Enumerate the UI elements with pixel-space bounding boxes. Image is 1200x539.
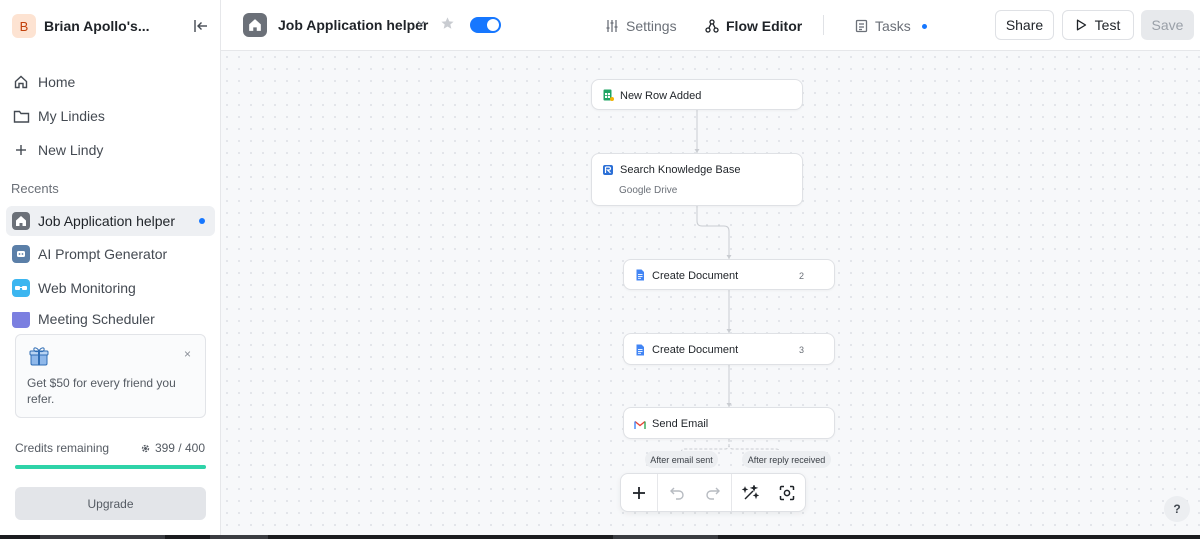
glasses-icon [12,279,30,297]
flow-node-subtitle: Google Drive [619,185,678,196]
plus-icon [12,141,30,159]
upgrade-button[interactable]: Upgrade [15,487,206,520]
unread-dot [199,218,205,224]
flow-node-send-email[interactable]: Send Email [623,407,835,439]
sidebar: B Brian Apollo's... Home My Lindies New … [0,0,221,535]
connector [696,206,730,259]
workspace-switcher[interactable]: B Brian Apollo's... [12,13,212,39]
recent-label: Job Application helper [38,213,175,229]
refer-text: Get $50 for every friend you refer. [27,376,176,406]
tab-settings[interactable]: Settings [605,17,677,35]
star-icon[interactable] [440,16,455,31]
unread-dot [921,23,927,29]
test-button-label: Test [1094,17,1121,33]
flow-node-title: Create Document [652,270,739,282]
taskbar-segment [40,535,165,539]
recent-meeting-scheduler[interactable]: Meeting Scheduler [6,312,215,330]
divider [823,15,824,35]
undo-icon[interactable] [658,474,694,511]
credits-progress-fill [15,465,206,469]
share-button[interactable]: Share [995,10,1054,40]
nav-home-label: Home [38,74,76,90]
taskbar-strip [0,535,1200,539]
recents-heading: Recents [11,181,59,196]
flow-node-title: Search Knowledge Base [620,164,741,176]
flow-node-badge: 3 [798,345,804,355]
tab-flow-editor-label: Flow Editor [726,18,803,34]
test-button[interactable]: Test [1062,10,1134,40]
nav-new-lindy[interactable]: New Lindy [12,138,103,162]
canvas-toolbar [620,473,806,512]
home-icon [12,73,30,91]
flow-node-create-document[interactable]: Create Document 3 [623,333,835,365]
save-button[interactable]: Save [1141,10,1194,40]
home-icon [12,212,30,230]
taskbar-segment [613,535,718,539]
home-icon [243,13,267,37]
recent-label: Meeting Scheduler [38,312,155,327]
flow-node-search-knowledge-base[interactable]: Search Knowledge Base Google Drive [591,153,803,206]
google-docs-icon [636,344,644,356]
redo-icon[interactable] [695,474,731,511]
knowledge-base-icon [603,165,613,175]
workspace-name: Brian Apollo's... [44,18,150,34]
gift-icon [29,347,49,366]
folder-icon [12,107,30,125]
flow-icon [705,19,719,33]
tab-tasks-label: Tasks [875,18,911,34]
flow-node-create-document[interactable]: Create Document 2 [623,259,835,290]
nav-home[interactable]: Home [12,70,75,94]
tab-settings-label: Settings [626,18,677,34]
flow-canvas[interactable]: New Row Added Search Knowledge Base Goog… [221,51,1200,535]
tab-flow-editor[interactable]: Flow Editor [705,17,802,35]
recent-job-application-helper[interactable]: Job Application helper [6,206,215,236]
tab-tasks[interactable]: Tasks [855,17,927,35]
nav-my-lindies[interactable]: My Lindies [12,104,105,128]
workspace-avatar: B [12,14,36,38]
recent-label: AI Prompt Generator [38,246,168,262]
recent-web-monitoring[interactable]: Web Monitoring [6,273,215,303]
calendar-icon [12,312,30,328]
google-sheets-icon [603,89,614,101]
taskbar-segment [210,535,268,539]
clipboard-icon [855,19,868,33]
credits-progress [15,465,206,469]
sliders-icon [606,20,618,32]
google-docs-icon [636,269,644,281]
magic-wand-icon[interactable] [732,474,768,511]
gmail-icon [634,420,646,429]
credits-value-text: 399 / 400 [154,441,205,455]
nav-new-lindy-label: New Lindy [38,142,104,158]
gear-icon [141,444,150,452]
add-icon[interactable] [621,474,657,511]
collapse-sidebar-icon[interactable] [190,15,212,37]
credits-value: 399 / 400 [140,441,205,455]
focus-icon[interactable] [769,474,805,511]
nav-my-lindies-label: My Lindies [38,108,105,124]
refer-card: × Get $50 for every friend you refer. [15,334,206,418]
help-button[interactable]: ? [1164,496,1190,522]
close-icon[interactable]: × [184,347,191,361]
chevron-down-icon[interactable] [416,18,426,28]
recents-overflow: Meeting Scheduler [0,312,220,330]
flow-node-badge: 2 [798,271,804,281]
flow-node-title: New Row Added [620,90,702,102]
recent-label: Web Monitoring [38,280,136,296]
branch-after-reply-received[interactable]: After reply received [742,451,831,468]
flow-node-title: Send Email [652,418,709,430]
flow-node-title: Create Document [652,344,739,356]
flow-title[interactable]: Job Application helper [278,17,428,33]
robot-icon [12,245,30,263]
credits-label: Credits remaining [15,441,110,455]
topbar: Job Application helper Settings Flow Edi… [221,0,1200,51]
play-icon [1076,19,1086,31]
branch-after-email-sent[interactable]: After email sent [645,451,718,468]
enable-toggle[interactable] [470,17,501,33]
flow-node-trigger[interactable]: New Row Added [591,79,803,110]
recent-ai-prompt-generator[interactable]: AI Prompt Generator [6,239,215,269]
toggle-knob [487,19,499,31]
